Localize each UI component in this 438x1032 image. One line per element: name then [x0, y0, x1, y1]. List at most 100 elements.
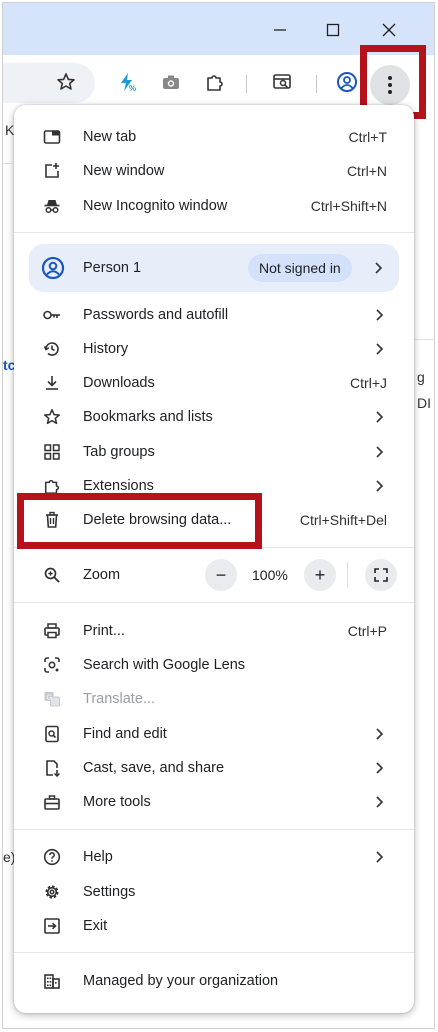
bookmark-star-icon[interactable]	[53, 69, 79, 95]
menu-item-label: Help	[83, 849, 113, 865]
plus-icon: +	[314, 565, 326, 585]
menu-item-tab-groups[interactable]: Tab groups	[14, 435, 414, 469]
svg-text:%: %	[129, 84, 136, 92]
menu-item-downloads[interactable]: Downloads Ctrl+J	[14, 366, 414, 400]
zoom-out-button[interactable]: −	[205, 559, 237, 591]
translate-icon: G	[42, 689, 62, 709]
menu-item-label: Settings	[83, 884, 136, 900]
toolbar-divider	[246, 75, 247, 93]
menu-item-bookmarks[interactable]: Bookmarks and lists	[14, 400, 414, 434]
menu-item-find-edit[interactable]: Find and edit	[14, 717, 414, 751]
menu-item-label: Search with Google Lens	[83, 657, 246, 673]
profile-avatar-icon[interactable]	[334, 69, 360, 95]
exit-icon	[42, 916, 62, 936]
chevron-right-icon	[376, 309, 384, 321]
menu-item-shortcut: Ctrl+J	[350, 375, 387, 391]
menu-item-shortcut: Ctrl+T	[348, 129, 388, 145]
menu-separator	[14, 952, 414, 953]
menu-item-label: Downloads	[83, 375, 155, 391]
menu-item-cast-save-share[interactable]: Cast, save, and share	[14, 751, 414, 785]
chevron-right-icon	[375, 262, 383, 274]
menu-item-history[interactable]: History	[14, 332, 414, 366]
profile-name: Person 1	[83, 260, 142, 276]
menu-item-label: New Incognito window	[83, 198, 228, 214]
building-icon	[42, 971, 62, 991]
chevron-right-icon	[376, 796, 384, 808]
address-bar[interactable]	[3, 63, 95, 103]
fullscreen-icon	[374, 568, 388, 582]
minimize-icon[interactable]	[265, 15, 295, 45]
menu-item-label: New tab	[83, 129, 137, 145]
google-lens-icon	[42, 655, 62, 675]
chevron-right-icon	[376, 851, 384, 863]
chevron-right-icon	[376, 762, 384, 774]
menu-item-label: Passwords and autofill	[83, 307, 229, 323]
minus-icon: −	[215, 565, 227, 585]
menu-item-new-tab[interactable]: New tab Ctrl+T	[14, 120, 414, 154]
help-icon	[42, 847, 62, 867]
menu-item-new-incognito[interactable]: New Incognito window Ctrl+Shift+N	[14, 189, 414, 223]
menu-item-label: Tab groups	[83, 444, 155, 460]
download-icon	[42, 373, 62, 393]
menu-separator	[14, 232, 414, 233]
new-tab-icon	[42, 127, 62, 147]
menu-item-help[interactable]: Help	[14, 840, 414, 874]
zoom-in-button[interactable]: +	[304, 559, 336, 591]
history-icon	[42, 339, 62, 359]
menu-item-shortcut: Ctrl+Shift+Del	[299, 512, 387, 528]
menu-separator	[14, 829, 414, 830]
browser-window: % K tc e) g DI New tab Ctrl+T New window…	[2, 2, 435, 1029]
chevron-right-icon	[376, 343, 384, 355]
zoom-label: Zoom	[83, 567, 121, 583]
menu-item-label: History	[83, 341, 129, 357]
new-window-icon	[42, 161, 62, 181]
gear-icon	[42, 882, 62, 902]
profile-row[interactable]: Person 1 Not signed in	[29, 244, 399, 292]
zoom-level: 100%	[252, 567, 288, 583]
highlight-box-delete-browsing-data	[17, 493, 262, 549]
menu-item-label: Translate...	[83, 691, 155, 707]
tab-groups-icon	[42, 442, 62, 462]
menu-item-new-window[interactable]: New window Ctrl+N	[14, 154, 414, 188]
fullscreen-button[interactable]	[365, 559, 397, 591]
chevron-right-icon	[376, 446, 384, 458]
profile-avatar-icon	[41, 256, 65, 280]
menu-item-label: More tools	[83, 794, 151, 810]
close-icon[interactable]	[374, 15, 404, 45]
toolbar-divider	[316, 75, 317, 93]
extensions-puzzle-icon[interactable]	[202, 69, 228, 95]
background-text: K	[5, 122, 15, 138]
menu-item-settings[interactable]: Settings	[14, 875, 414, 909]
background-divider	[413, 339, 434, 340]
menu-item-label: Print...	[83, 623, 125, 639]
chevron-right-icon	[376, 480, 384, 492]
camera-icon[interactable]	[158, 69, 184, 95]
menu-item-label: Cast, save, and share	[83, 760, 225, 776]
menu-item-label: Managed by your organization	[83, 973, 279, 989]
menu-item-shortcut: Ctrl+N	[346, 163, 387, 179]
menu-item-translate: G Translate...	[14, 682, 414, 716]
background-text: DI	[417, 395, 431, 411]
menu-item-exit[interactable]: Exit	[14, 909, 414, 943]
zoom-row: Zoom − 100% +	[14, 558, 414, 592]
printer-icon	[42, 621, 62, 641]
menu-item-passwords[interactable]: Passwords and autofill	[14, 298, 414, 332]
tab-search-icon[interactable]	[269, 69, 295, 95]
menu-item-label: Find and edit	[83, 726, 167, 742]
menu-item-shortcut: Ctrl+P	[347, 623, 387, 639]
svg-text:G: G	[47, 695, 52, 702]
toolbox-icon	[42, 792, 62, 812]
menu-item-print[interactable]: Print... Ctrl+P	[14, 614, 414, 648]
menu-separator	[14, 602, 414, 603]
menu-item-label: New window	[83, 163, 165, 179]
menu-item-google-lens[interactable]: Search with Google Lens	[14, 648, 414, 682]
key-icon	[42, 305, 62, 325]
menu-item-more-tools[interactable]: More tools	[14, 785, 414, 819]
menu-item-managed-by-org[interactable]: Managed by your organization	[14, 964, 414, 998]
zoom-divider	[347, 562, 348, 588]
background-text: g	[417, 369, 425, 385]
maximize-icon[interactable]	[318, 15, 348, 45]
menu-item-label: Bookmarks and lists	[83, 409, 213, 425]
lightning-extension-icon[interactable]: %	[114, 69, 140, 95]
menu-item-shortcut: Ctrl+Shift+N	[310, 198, 387, 214]
